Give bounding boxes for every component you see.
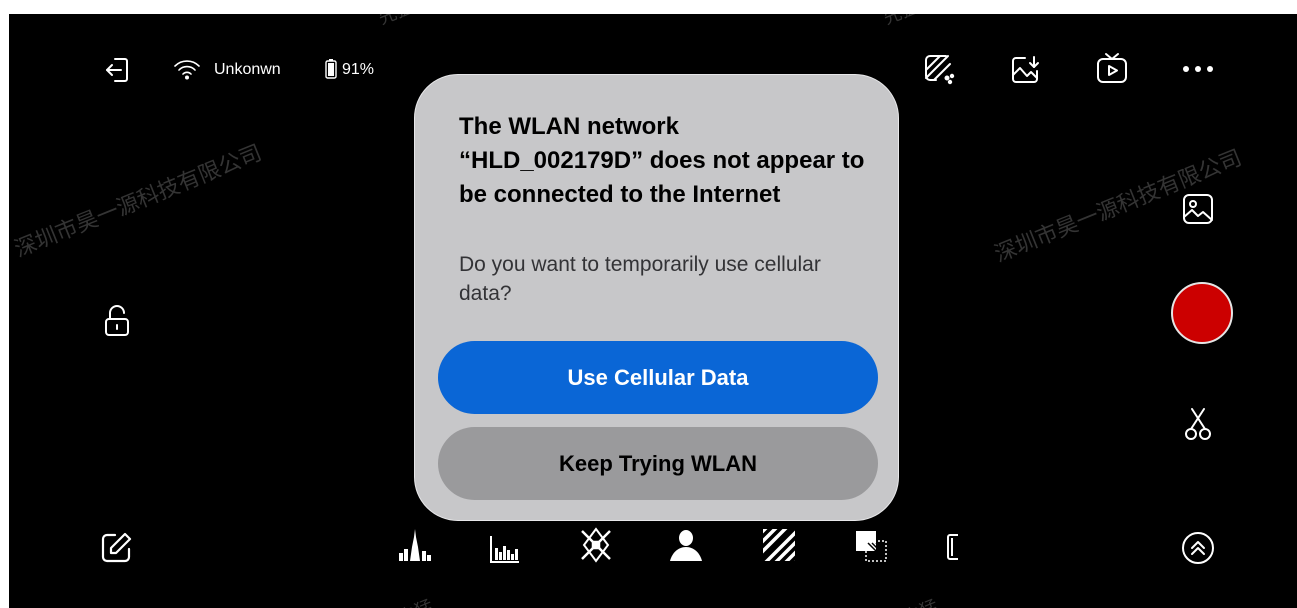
waveform-icon[interactable] (489, 534, 521, 564)
chevrons-up-icon[interactable] (1181, 531, 1215, 565)
edit-icon[interactable] (99, 531, 133, 565)
exit-icon[interactable] (103, 56, 131, 84)
watermark-top-right: 先猛 (879, 14, 922, 30)
dialog-title: The WLAN network “HLD_002179D” does not … (459, 113, 865, 208)
wifi-icon (173, 58, 201, 80)
face-silhouette-icon[interactable] (668, 527, 704, 563)
record-button[interactable] (1171, 282, 1233, 344)
battery-level: 91% (342, 61, 375, 78)
wlan-alert-dialog: The WLAN network “HLD_002179D” does not … (414, 74, 899, 521)
battery-icon (325, 59, 337, 79)
watermark-top-left: 先猛 (374, 14, 417, 30)
dialog-message: Do you want to temporarily use cellular … (459, 253, 821, 305)
keep-trying-wlan-button[interactable]: Keep Trying WLAN (438, 427, 878, 500)
use-cellular-data-button[interactable]: Use Cellular Data (438, 341, 878, 414)
unlock-icon[interactable] (103, 304, 131, 338)
more-icon[interactable] (1181, 64, 1215, 74)
vectorscope-icon[interactable] (578, 527, 614, 563)
zebra-icon[interactable] (761, 527, 797, 563)
frame-guide-icon[interactable] (946, 533, 960, 561)
false-color-icon[interactable] (854, 529, 888, 563)
gallery-icon[interactable] (1181, 192, 1215, 226)
scissors-icon[interactable] (1184, 407, 1212, 441)
image-edit-icon[interactable] (922, 52, 956, 86)
histogram-peak-icon[interactable] (397, 527, 433, 563)
wifi-name: Unkonwn (214, 61, 281, 78)
camera-screen: 深圳市昊一源科技有限公司 深圳市昊一源科技有限公司 先猛 先猛 先猛 先猛 Un… (9, 14, 1297, 608)
image-download-icon[interactable] (1009, 54, 1041, 86)
watermark-bottom-right: 先猛 (899, 593, 942, 608)
tv-play-icon[interactable] (1095, 51, 1129, 85)
watermark-bottom-left: 先猛 (394, 593, 437, 608)
watermark-left: 深圳市昊一源科技有限公司 (11, 140, 266, 263)
